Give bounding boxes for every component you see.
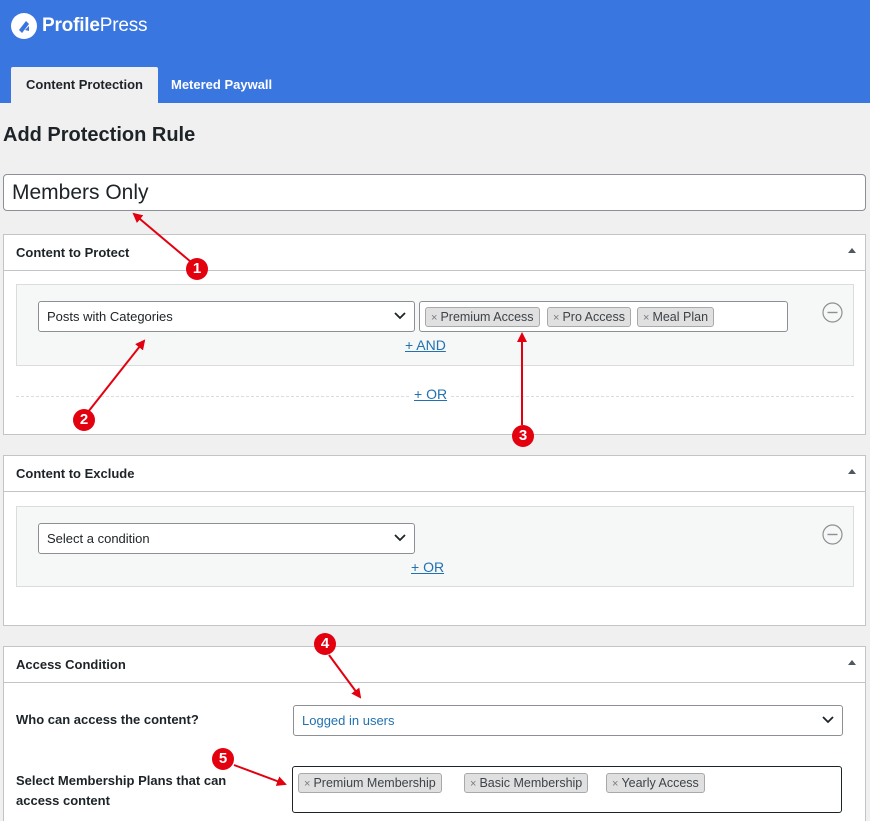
brand-name-light: Press — [99, 15, 148, 36]
tag-yearly-access[interactable]: × Yearly Access — [606, 773, 705, 793]
callout-1: 1 — [186, 258, 208, 280]
content-to-exclude-header[interactable]: Content to Exclude — [4, 456, 865, 492]
collapse-arrow-icon[interactable] — [848, 660, 856, 665]
page-title: Add Protection Rule — [3, 124, 196, 146]
tag-pro-access[interactable]: × Pro Access — [547, 307, 631, 327]
add-or-group-link[interactable]: + OR — [410, 386, 452, 402]
remove-condition-icon[interactable] — [822, 302, 843, 323]
tag-premium-access[interactable]: × Premium Access — [425, 307, 540, 327]
brand-name-bold: Profile — [42, 15, 100, 36]
remove-tag-icon[interactable]: × — [643, 312, 649, 324]
add-and-condition-link[interactable]: + AND — [405, 337, 446, 353]
content-to-protect-panel: Content to Protect Posts with Categories… — [3, 234, 866, 435]
chevron-down-icon — [394, 312, 406, 320]
content-to-exclude-panel: Content to Exclude Select a condition + … — [3, 455, 866, 626]
chevron-down-icon — [822, 716, 834, 724]
profilepress-logo[interactable]: ProfilePress — [11, 13, 148, 39]
remove-tag-icon[interactable]: × — [553, 312, 559, 324]
callout-3: 3 — [512, 425, 534, 447]
panel-title: Content to Exclude — [16, 466, 135, 481]
panel-title: Content to Protect — [16, 245, 130, 260]
top-header-bar: ProfilePress Content Protection Metered … — [0, 0, 870, 103]
protect-rule-group: Posts with Categories × Premium Access × P… — [16, 284, 854, 366]
remove-tag-icon[interactable]: × — [470, 778, 476, 790]
access-condition-panel: Access Condition Who can access the cont… — [3, 646, 866, 821]
tab-metered-paywall[interactable]: Metered Paywall — [171, 67, 272, 103]
tag-basic-membership[interactable]: × Basic Membership — [464, 773, 589, 793]
membership-plans-input[interactable]: × Premium Membership × Basic Membership × Y… — [292, 766, 842, 813]
tab-content-protection[interactable]: Content Protection — [11, 67, 158, 103]
exclude-rule-group: Select a condition + OR — [16, 506, 854, 587]
remove-tag-icon[interactable]: × — [304, 778, 310, 790]
select-value: Posts with Categories — [47, 309, 173, 324]
remove-tag-icon[interactable]: × — [431, 312, 437, 324]
content-to-protect-header[interactable]: Content to Protect — [4, 235, 865, 271]
membership-plans-label: Select Membership Plans that can access c… — [16, 773, 227, 808]
tag-meal-plan[interactable]: × Meal Plan — [637, 307, 715, 327]
chevron-down-icon — [394, 534, 406, 542]
select-value: Logged in users — [302, 713, 395, 728]
category-tag-input[interactable]: × Premium Access × Pro Access × Meal Plan — [419, 301, 788, 332]
profilepress-logo-icon — [11, 13, 37, 39]
callout-5: 5 — [212, 748, 234, 770]
rule-title-input[interactable]: Members Only — [3, 174, 866, 211]
panel-title: Access Condition — [16, 657, 126, 672]
tag-premium-membership[interactable]: × Premium Membership — [298, 773, 442, 793]
exclude-condition-select[interactable]: Select a condition — [38, 523, 415, 554]
remove-tag-icon[interactable]: × — [612, 778, 618, 790]
add-or-condition-link[interactable]: + OR — [411, 559, 444, 575]
protect-condition-select[interactable]: Posts with Categories — [38, 301, 415, 332]
access-condition-header[interactable]: Access Condition — [4, 647, 865, 683]
who-can-access-label: Who can access the content? — [16, 712, 199, 727]
who-can-access-select[interactable]: Logged in users — [293, 705, 843, 736]
callout-2: 2 — [73, 409, 95, 431]
collapse-arrow-icon[interactable] — [848, 248, 856, 253]
remove-condition-icon[interactable] — [822, 524, 843, 545]
select-placeholder: Select a condition — [47, 531, 150, 546]
collapse-arrow-icon[interactable] — [848, 469, 856, 474]
callout-4: 4 — [314, 633, 336, 655]
